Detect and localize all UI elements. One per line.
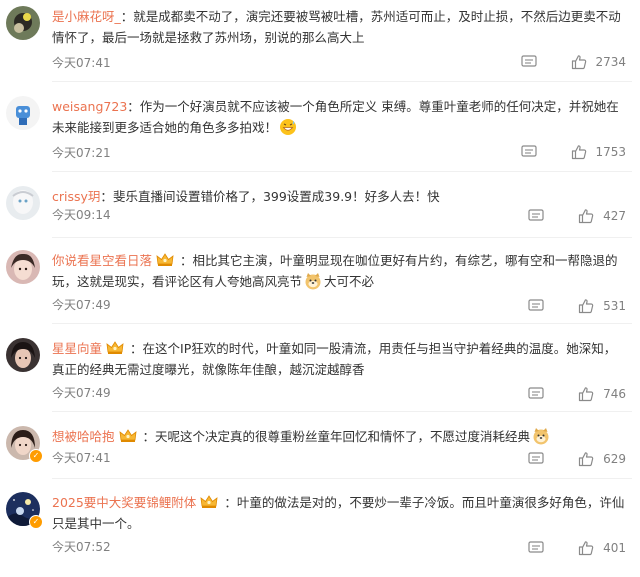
comment-text: 斐乐直播间设置错价格了，399设置成39.9！好多人去！快 (112, 189, 440, 204)
comment-text-block: 星星向童 ：在这个IP狂欢的时代，叶童如同一股清流，用责任与担当守护着经典的温度。… (52, 338, 627, 380)
like-count: 629 (603, 452, 626, 466)
crown-badge-icon (118, 429, 137, 442)
comment-text-block: 想被哈哈抱 ：天呢这个决定真的很尊重粉丝童年回忆和情怀了，不愿过度消耗经典 (52, 426, 627, 447)
like-button[interactable]: 1753 (571, 144, 626, 160)
comment-item: 是小麻花呀_：就是成都卖不动了，演完还要被骂被吐槽，苏州适可而止，及时止损，不然… (0, 0, 640, 82)
separator: ： (142, 429, 156, 444)
separator: ： (224, 495, 237, 510)
comment-actions: 2734 (521, 53, 626, 71)
like-button[interactable]: 427 (578, 208, 626, 224)
comment-item: ✓ 想被哈哈抱 ：天呢这个决定真的很尊重粉丝童年回忆和情怀了，不愿过度消耗经典 今… (0, 420, 640, 479)
thumbs-up-icon (578, 299, 594, 314)
thumbs-up-icon (578, 387, 594, 402)
timestamp: 今天07:49 (52, 386, 111, 400)
divider (52, 411, 632, 412)
like-count: 1753 (595, 145, 626, 159)
comment-actions: 629 (528, 450, 626, 468)
avatar[interactable] (6, 250, 40, 284)
thumbs-up-icon (572, 55, 587, 70)
comment-actions: 531 (528, 297, 626, 315)
comment-icon[interactable] (528, 452, 544, 466)
username-link[interactable]: weisang723 (52, 99, 127, 114)
comment-text: 天呢这个决定真的很尊重粉丝童年回忆和情怀了，不愿过度消耗经典 (155, 429, 531, 444)
comment-icon[interactable] (521, 55, 538, 69)
timestamp: 今天07:41 (52, 56, 111, 70)
username-link[interactable]: 想被哈哈抱 (52, 429, 115, 444)
crown-badge-icon (156, 253, 174, 266)
doge-emoji-icon (533, 428, 549, 445)
separator: ： (100, 189, 113, 204)
comment-list: 是小麻花呀_：就是成都卖不动了，演完还要被骂被吐槽，苏州适可而止，及时止损，不然… (0, 0, 640, 577)
like-count: 401 (603, 541, 626, 555)
divider (52, 171, 632, 172)
separator: ： (180, 253, 193, 268)
comment-item: 星星向童 ：在这个IP狂欢的时代，叶童如同一股清流，用责任与担当守护着经典的温度。… (0, 332, 640, 412)
comment-text-block: 2025要中大奖要锦鲤附体 ：叶童的做法是对的，不要炒一辈子冷饭。而且叶童演很多好… (52, 492, 627, 534)
like-button[interactable]: 401 (578, 540, 626, 556)
avatar[interactable] (6, 338, 40, 372)
comment-actions: 746 (528, 385, 626, 403)
timestamp: 今天07:49 (52, 298, 111, 312)
comment-item: 你说看星空看日落 ：相比其它主演，叶童明显现在咖位更好有片约，有综艺，哪有空和一帮… (0, 244, 640, 324)
comment-text-block: crissy玥：斐乐直播间设置错价格了，399设置成39.9！好多人去！快 (52, 186, 627, 207)
verified-badge-icon: ✓ (29, 449, 43, 463)
like-button[interactable]: 629 (578, 451, 626, 467)
thumbs-up-icon (578, 452, 594, 467)
username-link[interactable]: 你说看星空看日落 (52, 253, 152, 268)
like-button[interactable]: 2734 (571, 54, 626, 70)
grin-sweat-emoji-icon (280, 119, 297, 135)
separator: ： (130, 341, 143, 356)
comment-actions: 427 (528, 207, 626, 225)
avatar[interactable] (6, 186, 40, 220)
separator: ： (120, 9, 134, 24)
comment-icon[interactable] (528, 541, 544, 555)
thumbs-up-icon (578, 541, 594, 556)
thumbs-up-icon (578, 209, 594, 224)
like-count: 746 (603, 387, 626, 401)
avatar[interactable] (6, 6, 40, 40)
timestamp: 今天07:52 (52, 540, 111, 554)
like-button[interactable]: 746 (578, 386, 626, 402)
comment-text-block: 你说看星空看日落 ：相比其它主演，叶童明显现在咖位更好有片约，有综艺，哪有空和一帮… (52, 250, 627, 292)
comment-icon[interactable] (528, 209, 544, 223)
divider (52, 81, 632, 82)
divider (52, 323, 632, 324)
comment-text: 就是成都卖不动了，演完还要被骂被吐槽，苏州适可而止，及时止损，不然后边更卖不动情… (52, 9, 621, 45)
comment-actions: 401 (528, 539, 626, 557)
crown-badge-icon (106, 341, 124, 354)
comment-item: ✓ 2025要中大奖要锦鲤附体 ：叶童的做法是对的，不要炒一辈子冷饭。而且叶童演很… (0, 486, 640, 572)
timestamp: 今天09:14 (52, 208, 111, 222)
crown-badge-icon (200, 495, 218, 508)
like-button[interactable]: 531 (578, 298, 626, 314)
separator: ： (127, 99, 140, 114)
username-link[interactable]: 2025要中大奖要锦鲤附体 (52, 495, 196, 510)
divider (52, 237, 632, 238)
comment-text-block: weisang723：作为一个好演员就不应该被一个角色所定义 束缚。尊重叶童老师… (52, 96, 627, 138)
comment-icon[interactable] (528, 299, 544, 313)
comment-icon[interactable] (521, 145, 538, 159)
like-count: 427 (603, 209, 626, 223)
verified-badge-icon: ✓ (29, 515, 43, 529)
comment-text-tail: 大可不必 (324, 274, 375, 289)
comment-item: weisang723：作为一个好演员就不应该被一个角色所定义 束缚。尊重叶童老师… (0, 90, 640, 172)
timestamp: 今天07:21 (52, 146, 111, 160)
username-link[interactable]: crissy玥 (52, 189, 100, 204)
comment-item: crissy玥：斐乐直播间设置错价格了，399设置成39.9！好多人去！快 今天… (0, 180, 640, 240)
divider (52, 478, 632, 479)
avatar[interactable] (6, 96, 40, 130)
username-link[interactable]: 是小麻花呀_ (52, 9, 121, 24)
doge-emoji-icon (305, 273, 321, 290)
comment-text-block: 是小麻花呀_：就是成都卖不动了，演完还要被骂被吐槽，苏州适可而止，及时止损，不然… (52, 6, 627, 48)
username-link[interactable]: 星星向童 (52, 341, 102, 356)
comment-icon[interactable] (528, 387, 544, 401)
timestamp: 今天07:41 (52, 451, 111, 465)
like-count: 531 (603, 299, 626, 313)
like-count: 2734 (595, 55, 626, 69)
comment-actions: 1753 (521, 143, 626, 161)
thumbs-up-icon (572, 145, 587, 160)
